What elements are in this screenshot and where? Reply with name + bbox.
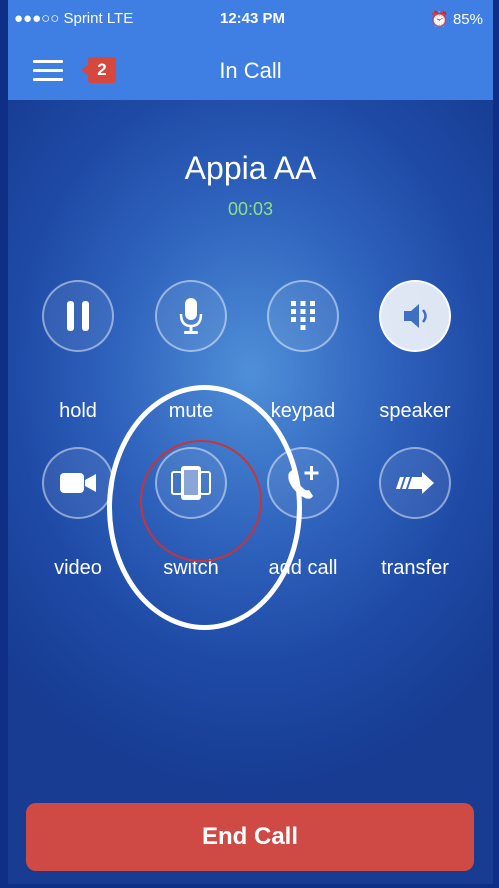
clock: 12:43 PM — [220, 10, 286, 27]
speaker-icon — [404, 304, 427, 328]
call-timer: 00:03 — [227, 199, 274, 219]
keypad-button[interactable] — [267, 280, 339, 352]
mute-button[interactable] — [155, 280, 227, 352]
speaker-button[interactable] — [379, 280, 451, 352]
hold-button[interactable] — [42, 280, 114, 352]
carrier-signal: ●●●○○ Sprint LTE — [14, 10, 134, 27]
transfer-label: transfer — [381, 557, 449, 579]
hold-label: hold — [59, 400, 97, 422]
status-bar: ●●●○○ Sprint LTE 12:43 PM ⏰ 85% — [8, 0, 493, 40]
battery-status: ⏰ 85% — [430, 11, 483, 28]
page-title: In Call — [219, 58, 282, 83]
transfer-button[interactable] — [379, 447, 451, 519]
video-button[interactable] — [42, 447, 114, 519]
caller-name: Appia AA — [184, 150, 317, 186]
annotation-oval — [107, 385, 302, 630]
video-camera-icon — [60, 473, 96, 493]
pause-icon — [67, 301, 89, 331]
microphone-icon — [179, 298, 203, 334]
transfer-arrow-icon — [396, 472, 434, 494]
keypad-icon — [291, 301, 315, 330]
in-call-screen: ●●●○○ Sprint LTE 12:43 PM ⏰ 85% 2 In Cal… — [8, 0, 493, 884]
speaker-label: speaker — [379, 400, 451, 422]
end-call-button[interactable]: End Call — [26, 803, 474, 871]
nav-bar: 2 In Call — [8, 40, 493, 100]
